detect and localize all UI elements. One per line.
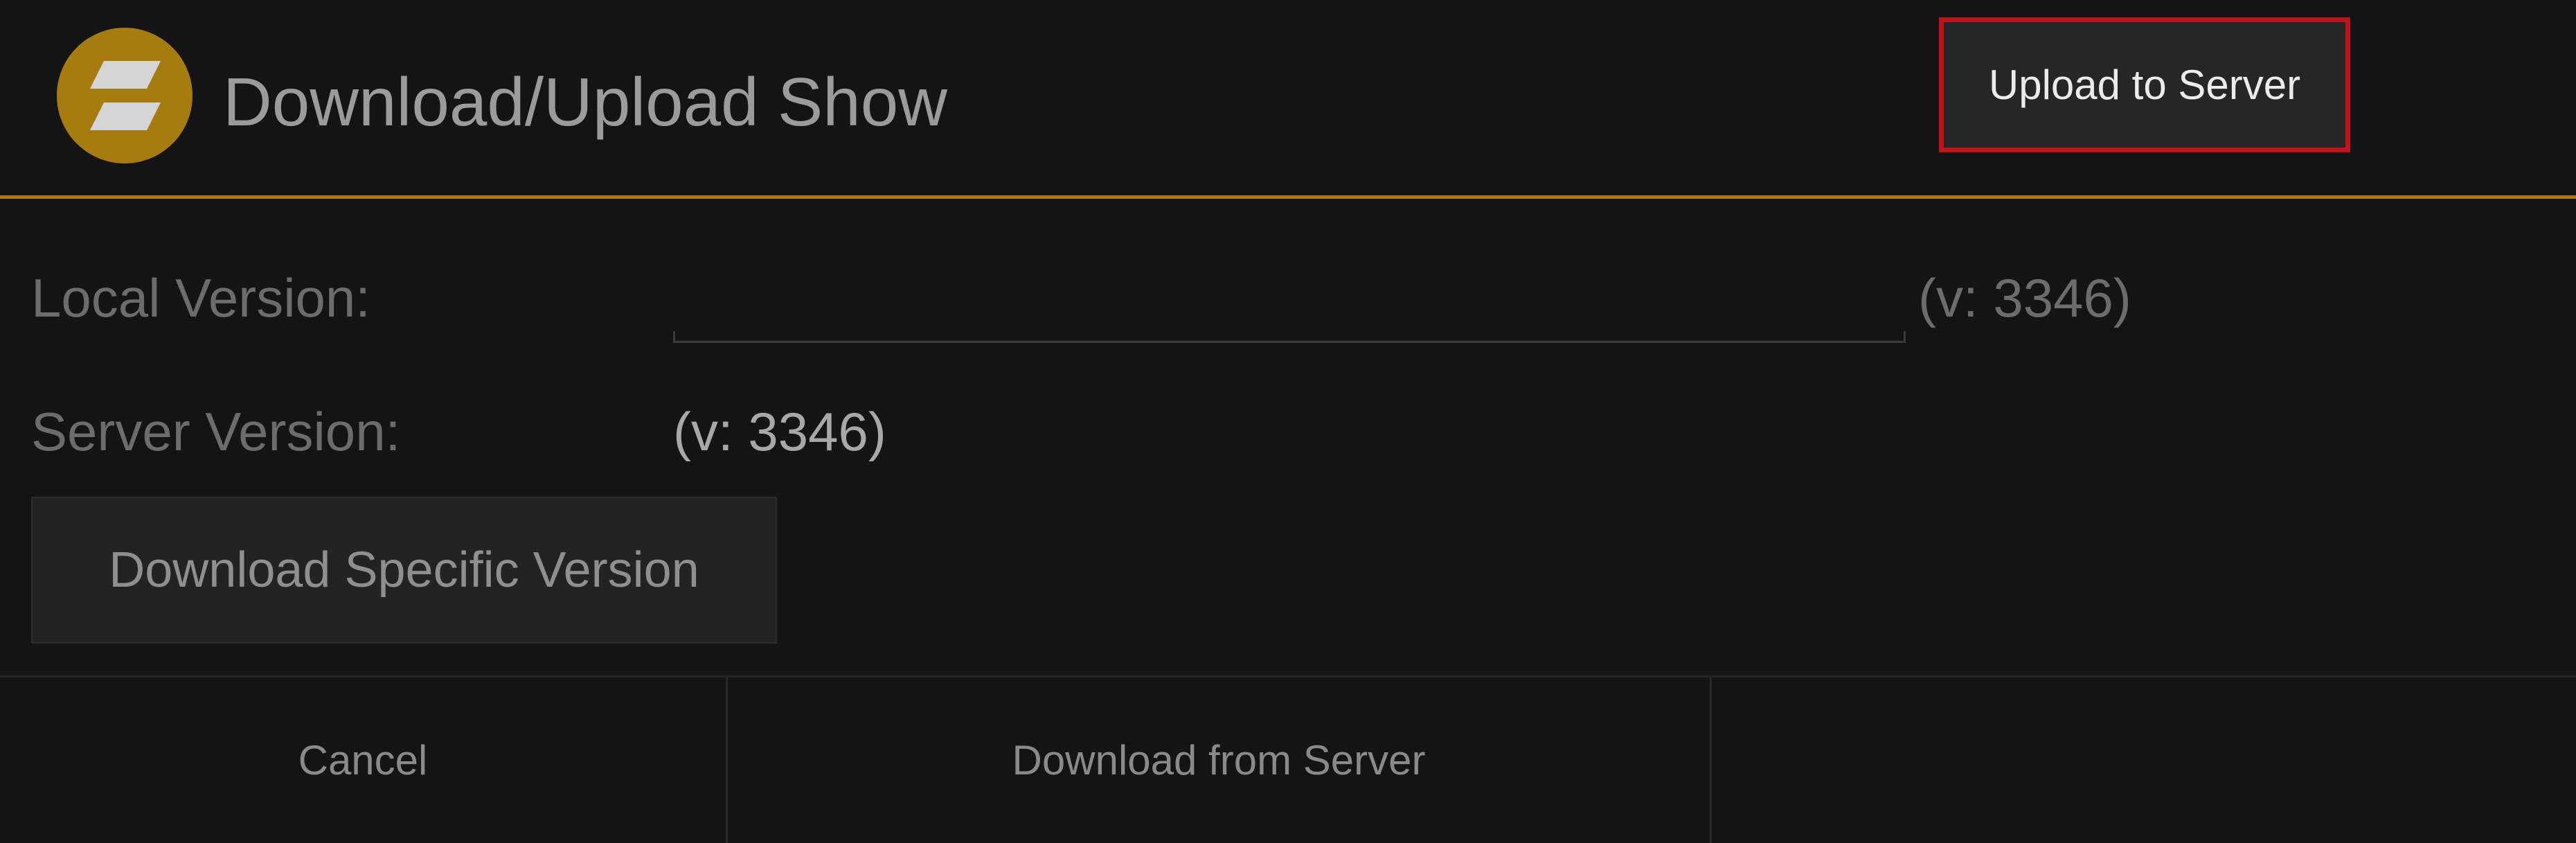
button-divider <box>1710 677 1712 843</box>
local-version-value: (v: 3346) <box>1918 267 2131 328</box>
local-version-field[interactable] <box>673 267 1906 343</box>
upload-to-server-button[interactable]: Upload to Server <box>1939 17 2350 152</box>
download-upload-dialog: Download/Upload Show Local Version: (v: … <box>0 0 2576 843</box>
server-version-value: (v: 3346) <box>673 401 886 462</box>
download-from-server-button[interactable]: Download from Server <box>728 677 1710 843</box>
server-version-label: Server Version: <box>31 401 401 462</box>
download-specific-version-button[interactable]: Download Specific Version <box>31 497 777 644</box>
dialog-title: Download/Upload Show <box>223 64 947 140</box>
cancel-button[interactable]: Cancel <box>0 677 726 843</box>
local-version-label: Local Version: <box>31 267 370 328</box>
header-divider <box>0 195 2576 199</box>
dialog-button-bar: Cancel Download from Server <box>0 675 2576 843</box>
app-logo-icon <box>57 28 193 163</box>
